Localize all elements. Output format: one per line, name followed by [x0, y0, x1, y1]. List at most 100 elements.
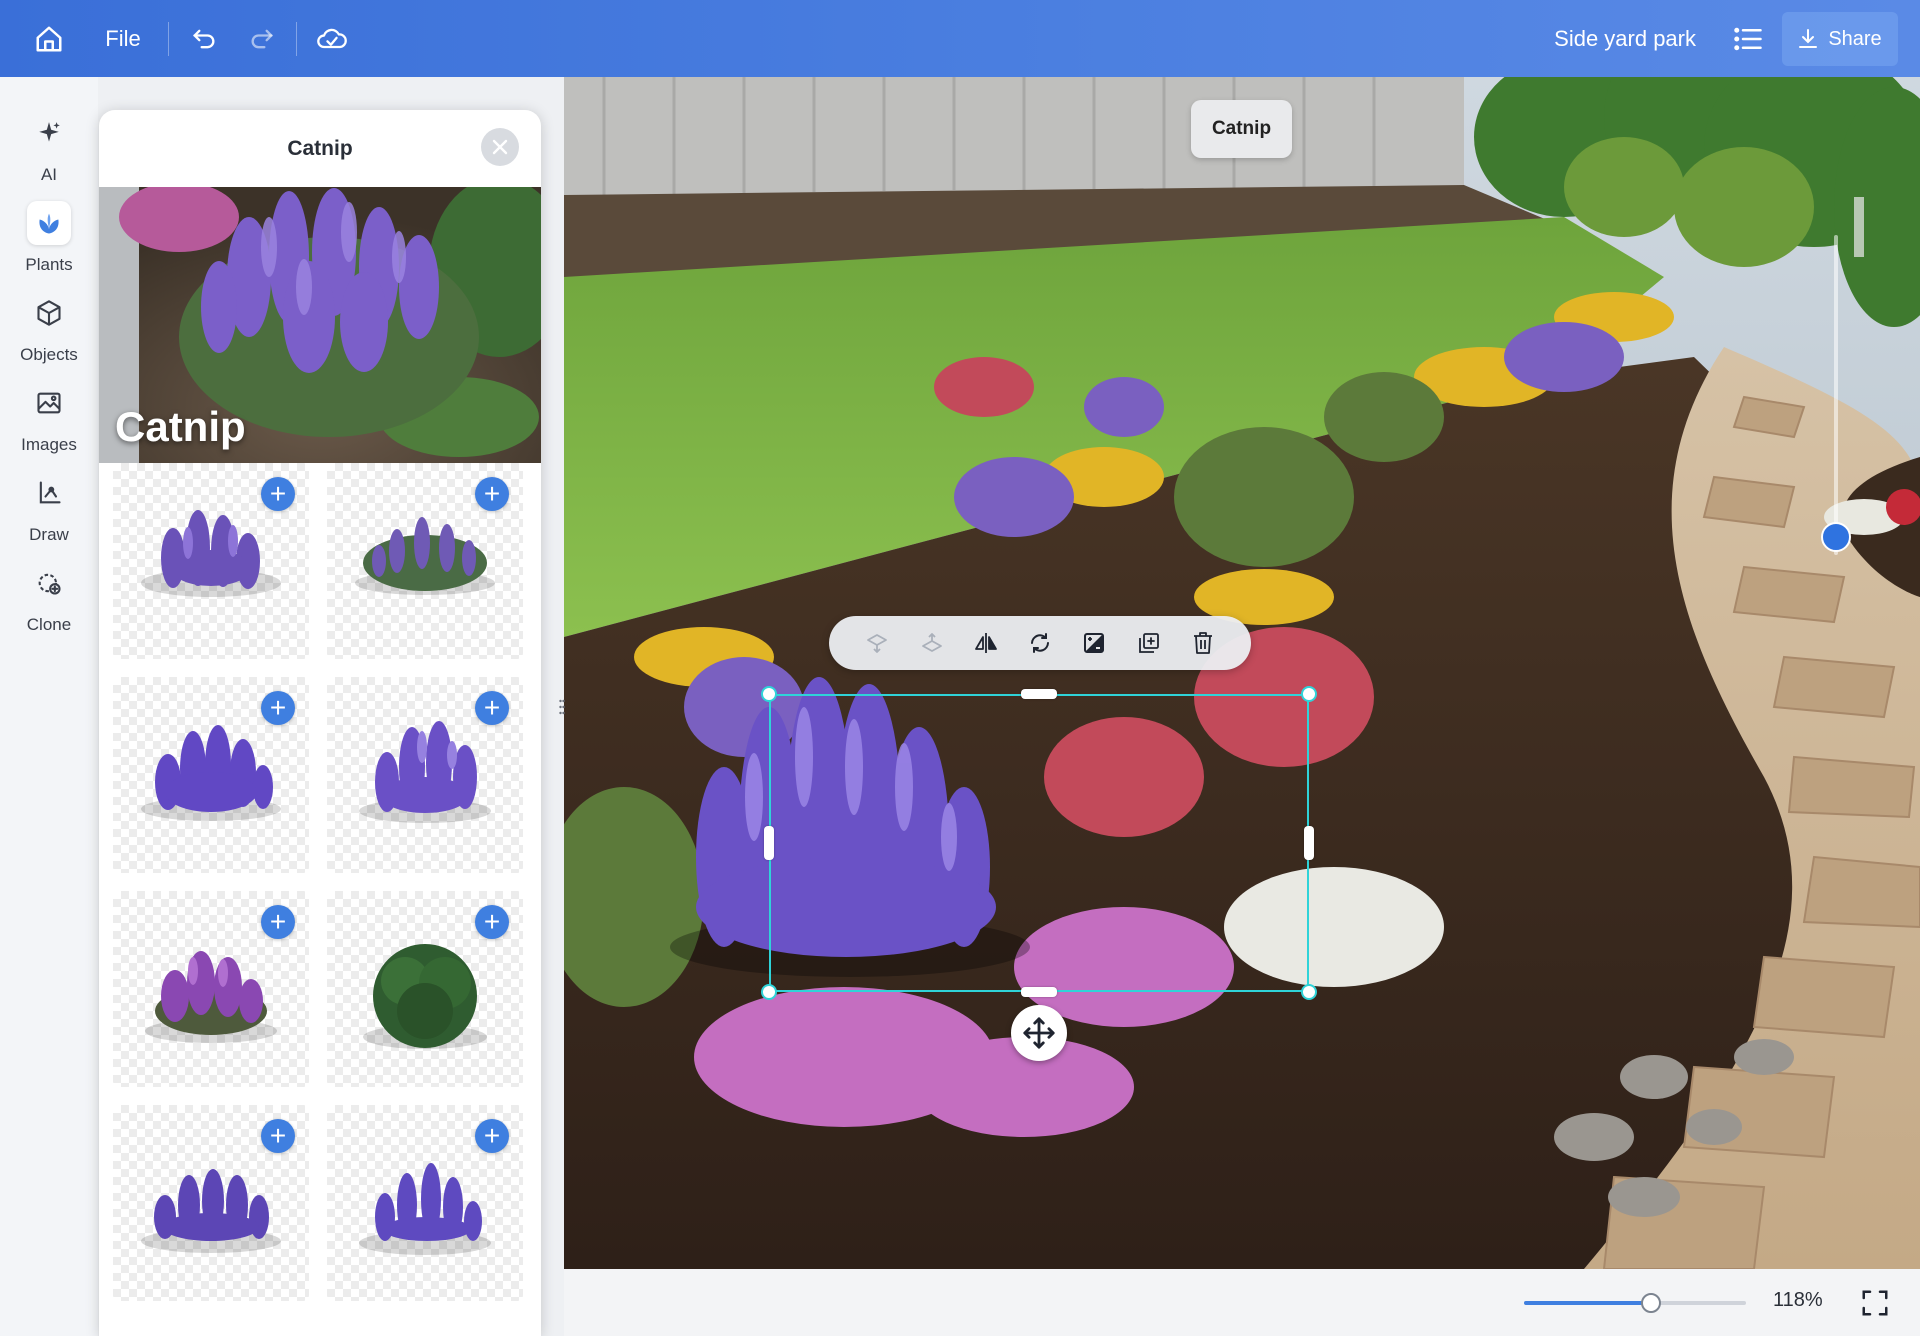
add-variant-button[interactable]: + [475, 1119, 509, 1153]
tool-rail: AI Plants Objects Images Draw Clone [0, 77, 98, 1336]
rail-item-images[interactable]: Images [0, 373, 98, 463]
bottom-bar: 118% [564, 1269, 1920, 1336]
duplicate-icon [1138, 633, 1159, 653]
add-variant-button[interactable]: + [475, 905, 509, 939]
draw-icon [27, 471, 71, 515]
cube-icon [27, 291, 71, 335]
variant-tile[interactable]: + [327, 1105, 523, 1301]
rail-item-draw[interactable]: Draw [0, 463, 98, 553]
fullscreen-icon [1862, 1290, 1888, 1316]
undo-button[interactable] [184, 14, 224, 64]
send-backward-icon [921, 633, 942, 652]
adjust-icon [1084, 633, 1105, 653]
redo-icon [251, 29, 273, 49]
add-variant-button[interactable]: + [261, 905, 295, 939]
file-menu[interactable]: File [100, 14, 146, 64]
cloud-sync-icon [317, 28, 347, 49]
variant-tile[interactable]: + [327, 463, 523, 659]
garden-photo [564, 77, 1920, 1269]
object-toolbar [829, 616, 1251, 670]
rail-label: AI [40, 165, 58, 184]
redo-button[interactable] [242, 14, 282, 64]
list-icon [1734, 27, 1762, 51]
share-label: Share [1828, 27, 1882, 50]
rail-label: Images [21, 435, 77, 454]
fullscreen-button[interactable] [1858, 1286, 1892, 1320]
image-icon [27, 381, 71, 425]
vertical-adjust-slider-track[interactable] [1834, 235, 1838, 555]
add-variant-button[interactable]: + [261, 1119, 295, 1153]
zoom-level: 118% [1773, 1289, 1823, 1311]
panel-title: Catnip [287, 136, 353, 160]
clone-icon [27, 561, 71, 605]
add-variant-button[interactable]: + [475, 691, 509, 725]
rail-label: Clone [26, 615, 72, 634]
resize-handle-bottom-right[interactable] [1301, 984, 1317, 1000]
hero-title: Catnip [115, 403, 246, 450]
variant-tile[interactable]: + [113, 463, 309, 659]
toolbar-divider [168, 22, 169, 56]
rail-item-ai[interactable]: AI [0, 103, 98, 193]
rail-item-objects[interactable]: Objects [0, 283, 98, 373]
add-variant-button[interactable]: + [261, 477, 295, 511]
resize-handle-left[interactable] [764, 826, 774, 860]
send-backward-button[interactable] [912, 623, 952, 663]
panel-resize-handle[interactable] [557, 690, 567, 724]
plant-icon [27, 201, 71, 245]
zoom-slider[interactable] [1524, 1301, 1746, 1305]
delete-button[interactable] [1183, 623, 1223, 663]
duplicate-button[interactable] [1129, 623, 1169, 663]
resize-handle-top-right[interactable] [1301, 686, 1317, 702]
toolbar-divider [296, 22, 297, 56]
plant-panel: Catnip Catnip + + + + + + + + [99, 110, 541, 1336]
zoom-slider-knob[interactable] [1640, 1293, 1661, 1313]
project-title[interactable]: Side yard park [1554, 0, 1696, 77]
download-icon [1799, 29, 1818, 48]
design-canvas[interactable] [564, 77, 1920, 1269]
resize-handle-bottom[interactable] [1021, 987, 1057, 997]
add-variant-button[interactable]: + [475, 477, 509, 511]
variant-tile[interactable]: + [113, 891, 309, 1087]
add-variant-button[interactable]: + [261, 691, 295, 725]
close-panel-button[interactable] [481, 128, 519, 166]
rail-label: Plants [25, 255, 73, 274]
resize-handle-top-left[interactable] [761, 686, 777, 702]
rail-label: Objects [20, 345, 78, 364]
selection-box[interactable] [769, 694, 1309, 992]
zoom-slider-fill [1524, 1301, 1651, 1305]
home-icon [36, 26, 62, 52]
variant-tile[interactable]: + [113, 677, 309, 873]
undo-icon [193, 29, 215, 49]
bring-forward-button[interactable] [857, 623, 897, 663]
panel-header: Catnip [99, 110, 541, 187]
resize-handle-top[interactable] [1021, 689, 1057, 699]
variant-tile[interactable]: + [113, 1105, 309, 1301]
selected-plant-label: Catnip [1191, 100, 1292, 158]
rail-item-clone[interactable]: Clone [0, 553, 98, 643]
delete-icon [1193, 632, 1212, 654]
share-button[interactable]: Share [1782, 12, 1898, 66]
move-icon [1023, 1017, 1055, 1049]
vertical-adjust-slider-knob[interactable] [1821, 522, 1851, 552]
rotate-button[interactable] [1020, 623, 1060, 663]
drag-handle-icon [559, 699, 565, 715]
flip-horizontal-icon [974, 633, 997, 653]
resize-handle-right[interactable] [1304, 826, 1314, 860]
layers-list-button[interactable] [1728, 14, 1768, 64]
adjust-button[interactable] [1074, 623, 1114, 663]
move-handle[interactable] [1011, 1005, 1067, 1061]
rotate-icon [1031, 633, 1049, 653]
home-button[interactable] [26, 14, 72, 64]
bring-forward-icon [867, 634, 888, 653]
cloud-sync-button[interactable] [310, 14, 354, 64]
variant-tile[interactable]: + [327, 677, 523, 873]
resize-handle-bottom-left[interactable] [761, 984, 777, 1000]
rail-label: Draw [29, 525, 69, 544]
flip-horizontal-button[interactable] [966, 623, 1006, 663]
top-bar: File Side yard park Share [0, 0, 1920, 77]
plant-hero-image: Catnip [99, 187, 541, 463]
rail-item-plants[interactable]: Plants [0, 193, 98, 283]
variant-tile[interactable]: + [327, 891, 523, 1087]
sparkle-icon [27, 111, 71, 155]
close-icon [492, 139, 508, 155]
